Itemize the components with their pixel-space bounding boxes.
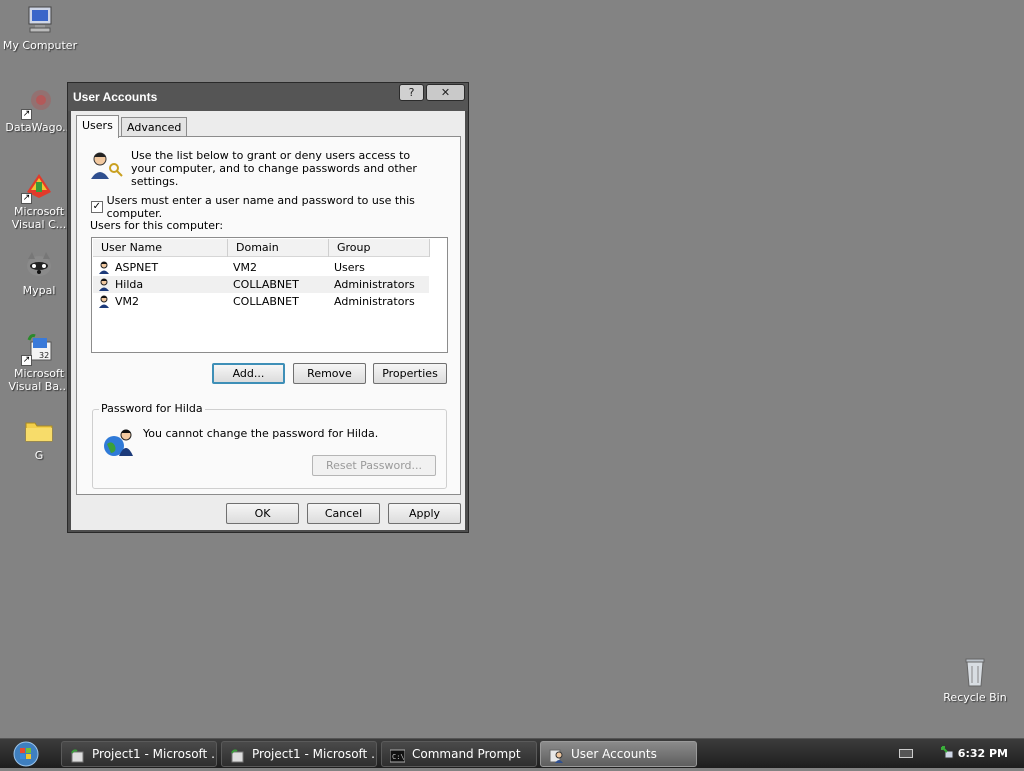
ok-button[interactable]: OK	[226, 503, 299, 524]
desktop-icon-label: My Computer	[2, 39, 78, 52]
tab-users[interactable]: Users	[76, 115, 119, 138]
domain-cell: VM2	[233, 261, 258, 274]
visual-basic-icon: 32 ↗	[21, 332, 55, 366]
password-message: You cannot change the password for Hilda…	[143, 427, 379, 440]
user-globe-icon	[103, 426, 137, 458]
user-name-cell: ASPNET	[115, 261, 159, 274]
taskbar-button-project1[interactable]: Project1 - Microsoft ...	[221, 741, 377, 767]
add-user-button[interactable]: Add...	[212, 363, 285, 384]
desktop-icon-label: DataWago...	[5, 121, 73, 134]
domain-cell: COLLABNET	[233, 278, 299, 291]
password-groupbox: Password for Hilda You cannot change the…	[92, 402, 447, 489]
users-tab-panel: Use the list below to grant or deny user…	[76, 136, 461, 495]
column-header-user-name[interactable]: User Name	[93, 239, 228, 257]
svg-text:C:\: C:\	[392, 753, 405, 761]
visual-c-icon: ↗	[21, 170, 55, 204]
taskbar-button-user-accounts[interactable]: User Accounts	[540, 741, 697, 767]
system-tray: 6:32 PM	[880, 739, 1024, 769]
desktop-icon-label: Mypal	[22, 284, 56, 297]
properties-button[interactable]: Properties	[373, 363, 447, 384]
column-header-group[interactable]: Group	[329, 239, 430, 257]
desktop-icon-label: G	[34, 449, 44, 462]
table-row[interactable]: VM2 COLLABNET Administrators	[93, 293, 429, 310]
help-button[interactable]: ?	[399, 84, 424, 101]
windows-logo-icon	[13, 741, 39, 767]
user-accounts-dialog: User Accounts ? ✕ Users Advanced Use the…	[67, 82, 469, 533]
users-list[interactable]: User Name Domain Group ASPNET VM2 Users …	[91, 237, 448, 353]
require-login-label: Users must enter a user name and passwor…	[106, 194, 415, 220]
require-login-checkbox[interactable]: ✓	[91, 201, 103, 213]
desktop-icon-label: Microsoft Visual Ba...	[8, 367, 70, 393]
table-row[interactable]: ASPNET VM2 Users	[93, 259, 429, 276]
task-label: Project1 - Microsoft ...	[252, 747, 377, 761]
close-button[interactable]: ✕	[426, 84, 465, 101]
desktop-icon-recycle-bin[interactable]: Recycle Bin	[937, 656, 1013, 704]
network-icon[interactable]	[940, 745, 956, 761]
cancel-button[interactable]: Cancel	[307, 503, 380, 524]
dialog-title: User Accounts	[73, 90, 158, 104]
password-group-title: Password for Hilda	[99, 402, 205, 415]
shortcut-arrow-icon: ↗	[21, 109, 32, 120]
column-header-domain[interactable]: Domain	[228, 239, 329, 257]
users-list-header: User Name Domain Group	[93, 239, 430, 257]
taskbar-button-command-prompt[interactable]: C:\ Command Prompt	[381, 741, 537, 767]
desktop-icon-visual-c[interactable]: ↗ Microsoft Visual C...	[1, 170, 77, 231]
group-cell: Users	[334, 261, 365, 274]
desktop-icon-g-folder[interactable]: G	[1, 414, 77, 462]
desktop-icon-label: Microsoft Visual C...	[11, 205, 67, 231]
desktop-icon-label: Recycle Bin	[943, 691, 1007, 704]
vb-icon	[70, 747, 85, 763]
computer-icon	[24, 4, 56, 36]
intro-text: Use the list below to grant or deny user…	[131, 149, 417, 188]
user-icon	[97, 277, 112, 292]
taskbar-button-project1[interactable]: Project1 - Microsoft ...	[61, 741, 217, 767]
group-cell: Administrators	[334, 295, 415, 308]
apply-button[interactable]: Apply	[388, 503, 461, 524]
group-cell: Administrators	[334, 278, 415, 291]
desktop-icon-mypal[interactable]: Mypal	[1, 249, 77, 297]
shortcut-arrow-icon: ↗	[21, 355, 32, 366]
require-login-option[interactable]: ✓ Users must enter a user name and passw…	[91, 194, 460, 220]
raccoon-icon	[23, 249, 55, 281]
taskbar: Project1 - Microsoft ... Project1 - Micr…	[0, 738, 1024, 768]
remove-user-button[interactable]: Remove	[293, 363, 366, 384]
domain-cell: COLLABNET	[233, 295, 299, 308]
user-name-cell: VM2	[115, 295, 140, 308]
task-label: User Accounts	[571, 747, 657, 761]
task-label: Project1 - Microsoft ...	[92, 747, 217, 761]
cmd-icon: C:\	[389, 747, 406, 763]
tab-advanced[interactable]: Advanced	[121, 117, 188, 137]
svg-text:32: 32	[39, 351, 49, 360]
desktop-icon-datawago[interactable]: ↗ DataWago...	[1, 86, 77, 134]
desktop-icon-visual-basic[interactable]: 32 ↗ Microsoft Visual Ba...	[1, 332, 77, 393]
dialog-client-area: Users Advanced Use the list below to gra…	[71, 111, 465, 530]
desktop-icon-my-computer[interactable]: My Computer	[2, 4, 78, 52]
user-icon	[97, 260, 112, 275]
user-accounts-icon	[549, 747, 564, 763]
start-button[interactable]	[4, 740, 44, 768]
user-icon	[97, 294, 112, 309]
title-bar[interactable]: User Accounts ? ✕	[68, 83, 468, 111]
shortcut-arrow-icon: ↗	[21, 193, 32, 204]
datawago-icon: ↗	[21, 86, 55, 120]
recycle-bin-icon	[959, 656, 991, 688]
close-icon: ✕	[440, 86, 451, 99]
user-name-cell: Hilda	[115, 278, 144, 291]
question-icon: ?	[408, 86, 415, 99]
reset-password-button[interactable]: Reset Password...	[312, 455, 436, 476]
users-keys-icon	[89, 149, 123, 181]
checkmark-icon: ✓	[92, 201, 101, 212]
vb-icon	[230, 747, 245, 763]
users-list-label: Users for this computer:	[90, 219, 224, 232]
keyboard-icon[interactable]	[899, 749, 913, 758]
task-label: Command Prompt	[412, 747, 521, 761]
clock[interactable]: 6:32 PM	[958, 747, 1008, 760]
table-row[interactable]: Hilda COLLABNET Administrators	[93, 276, 429, 293]
folder-icon	[23, 414, 55, 446]
